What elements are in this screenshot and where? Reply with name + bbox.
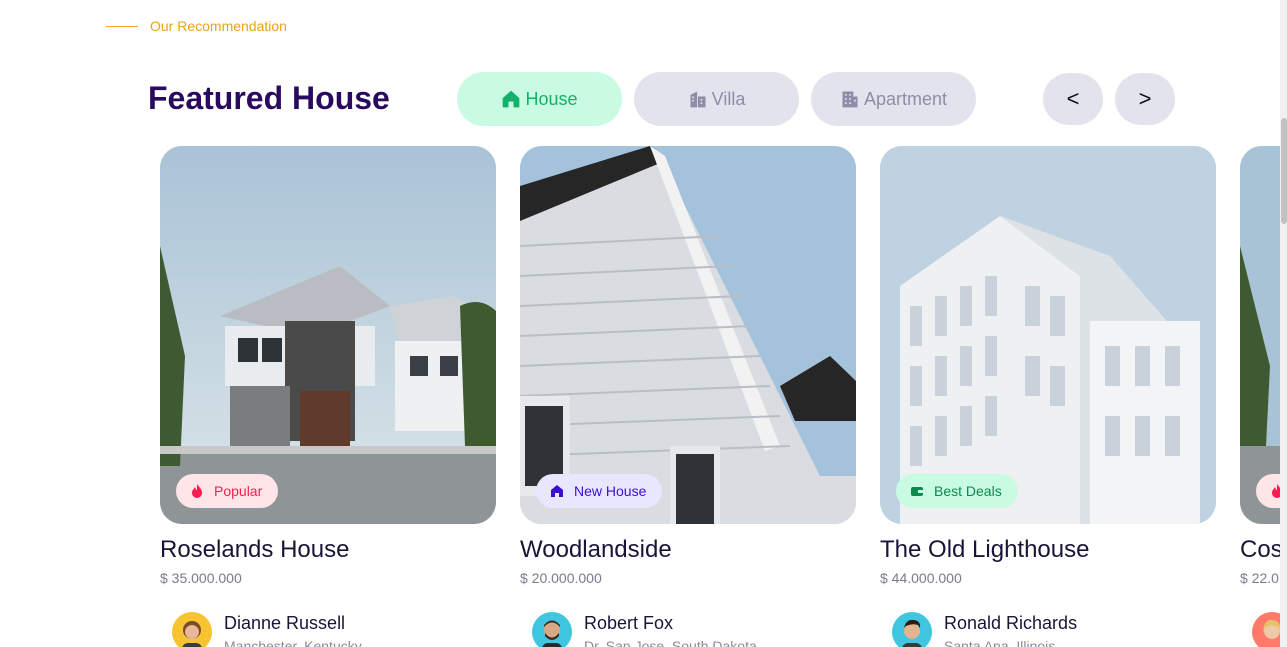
property-photo: Best Deals	[880, 146, 1216, 524]
section-title: Featured House	[148, 80, 390, 116]
property-price: $ 44.000.000	[880, 570, 962, 586]
agent-info: Robert Fox Dr. San Jose, South Dakota	[520, 612, 856, 647]
property-name: Roselands House	[160, 536, 350, 563]
badge-label: Best Deals	[934, 483, 1002, 499]
home-icon	[503, 90, 520, 108]
fire-icon	[192, 484, 202, 498]
building-image	[880, 146, 1216, 524]
tab-villa[interactable]: Villa	[634, 72, 799, 126]
popular-badge: Popular	[176, 474, 279, 508]
agent-location: Santa Ana, Illinois	[944, 638, 1056, 647]
property-photo: New House	[520, 146, 856, 524]
tab-house[interactable]: House	[457, 72, 622, 126]
house-image	[520, 146, 856, 524]
building-icon	[842, 91, 858, 108]
section-eyebrow: Our Recommendation	[106, 18, 287, 34]
tab-apartment[interactable]: Apartment	[811, 72, 976, 126]
tab-house-label: House	[525, 88, 578, 109]
avatar	[532, 612, 572, 647]
avatar	[892, 612, 932, 647]
featured-house-section: Our Recommendation Featured House House …	[0, 0, 1287, 647]
agent-info: Ronald Richards Santa Ana, Illinois	[880, 612, 1216, 647]
agent-location: Manchester, Kentucky	[224, 638, 362, 647]
property-card[interactable]: Popular Roselands House $ 35.000.000 Dia…	[160, 146, 496, 647]
eyebrow-line	[106, 25, 138, 27]
property-price: $ 20.000.000	[520, 570, 602, 586]
villa-icon	[690, 91, 706, 108]
vertical-scrollbar[interactable]	[1280, 0, 1287, 647]
category-tabs: House Villa Apartment	[457, 72, 976, 126]
agent-location: Dr. San Jose, South Dakota	[584, 638, 757, 647]
property-photo: Popular	[160, 146, 496, 524]
property-name: The Old Lighthouse	[880, 536, 1090, 563]
agent-name: Robert Fox	[584, 613, 674, 633]
best-deals-badge: Best Deals	[896, 474, 1018, 508]
carousel-next-button[interactable]: >	[1115, 73, 1175, 125]
wallet-icon	[911, 487, 923, 496]
home-icon	[551, 485, 563, 497]
badge-label: New House	[574, 483, 647, 499]
agent-name: Dianne Russell	[224, 613, 346, 633]
carousel-prev-button[interactable]: <	[1043, 73, 1103, 125]
property-price: $ 35.000.000	[160, 570, 242, 586]
eyebrow-text: Our Recommendation	[150, 18, 287, 34]
property-name: Woodlandside	[520, 536, 672, 563]
agent-info: Dianne Russell Manchester, Kentucky	[160, 612, 496, 647]
new-house-badge: New House	[536, 474, 663, 508]
badge-label: Popular	[214, 483, 263, 499]
tab-apartment-label: Apartment	[863, 88, 948, 109]
agent-name: Ronald Richards	[944, 613, 1078, 633]
avatar	[172, 612, 212, 647]
tab-villa-label: Villa	[711, 88, 746, 109]
property-card[interactable]: New House Woodlandside $ 20.000.000 Robe…	[520, 146, 856, 647]
house-image	[160, 146, 496, 524]
property-card[interactable]: Best Deals The Old Lighthouse $ 44.000.0…	[880, 146, 1216, 647]
scrollbar-thumb[interactable]	[1281, 118, 1287, 224]
